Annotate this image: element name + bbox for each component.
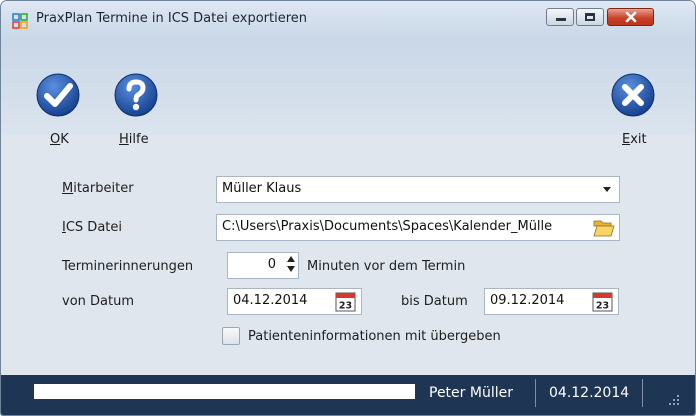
window-title: PraxPlan Termine in ICS Datei exportiere… [36,11,308,26]
ics-label: ICS Datei [62,220,122,235]
close-circle-icon [611,73,655,117]
calendar-day-text: 23 [339,301,352,312]
reminder-suffix: Minuten vor dem Termin [307,259,466,274]
calendar-icon[interactable]: 23 [335,291,356,312]
reminder-label: Terminerinnerungen [62,259,194,274]
status-separator [642,379,643,407]
exit-label: Exit [622,132,647,147]
patient-info-label[interactable]: Patienteninformationen mit übergeben [248,329,501,344]
to-date-value: 09.12.2014 [490,293,565,308]
resize-grip-icon[interactable] [665,391,681,407]
mitarbeiter-dropdown[interactable]: Müller Klaus [216,176,620,203]
folder-open-icon[interactable] [593,218,615,238]
to-date-label: bis Datum [401,294,468,309]
increment-arrow-icon[interactable] [287,256,295,262]
from-date-label: von Datum [62,294,134,309]
progress-bar [34,384,415,399]
close-window-button[interactable] [607,8,654,26]
toolbar [1,37,695,135]
calendar-day-text: 23 [596,301,609,312]
help-label: Hilfe [119,132,149,147]
close-icon [625,11,637,23]
minimize-button[interactable] [546,8,574,26]
reminder-value: 0 [267,257,276,272]
patient-info-checkbox[interactable] [222,327,240,345]
from-date-picker[interactable]: 04.12.2014 23 [227,288,362,315]
reminder-stepper[interactable]: 0 [227,252,299,279]
to-date-picker[interactable]: 09.12.2014 23 [484,288,619,315]
ics-path-input[interactable]: C:\Users\Praxis\Documents\Spaces\Kalende… [216,214,620,241]
calendar-icon[interactable]: 23 [592,291,613,312]
status-user: Peter Müller [429,385,513,401]
app-grid-icon [12,13,28,29]
title-bar[interactable]: PraxPlan Termine in ICS Datei exportiere… [1,1,695,37]
maximize-button[interactable] [576,8,604,26]
mitarbeiter-label: Mitarbeiter [62,181,134,196]
status-separator [535,379,536,407]
checkmark-icon [36,73,80,117]
minimize-icon [556,18,566,21]
maximize-icon [585,13,595,21]
chevron-down-icon [603,187,611,192]
from-date-value: 04.12.2014 [233,293,308,308]
mitarbeiter-value: Müller Klaus [222,181,302,196]
export-dialog-window: PraxPlan Termine in ICS Datei exportiere… [0,0,696,416]
question-icon [114,73,158,117]
decrement-arrow-icon[interactable] [287,266,295,272]
ok-label: OK [50,132,69,147]
status-date: 04.12.2014 [549,385,630,401]
ics-path-value: C:\Users\Praxis\Documents\Spaces\Kalende… [222,219,553,234]
